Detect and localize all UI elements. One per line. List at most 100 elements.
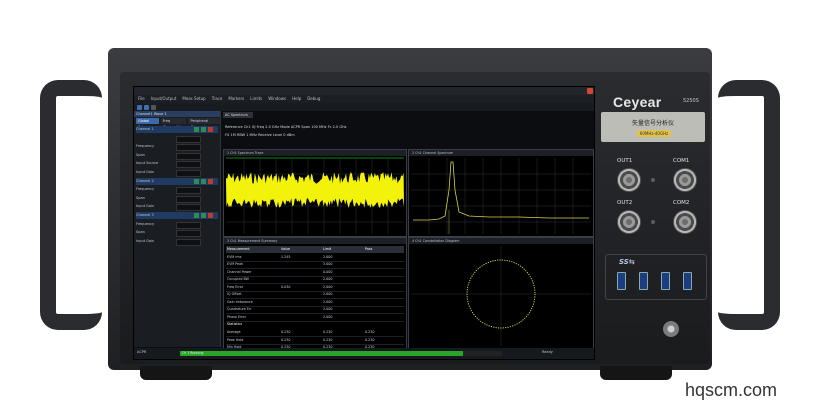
setting-row[interactable]: Frequency [136, 221, 218, 229]
toggle-icon[interactable] [201, 178, 206, 184]
progress-label: Ch 1 Running [182, 351, 204, 355]
setting-value-field[interactable] [176, 195, 201, 203]
menu-item[interactable]: Markers [228, 95, 244, 103]
menu-item[interactable]: Help [292, 95, 301, 103]
control-panel: Ceyear 5250S 矢量信号分析仪 60MHz-40GHz OUT1 CO… [597, 86, 710, 358]
spectrum-trace-window[interactable]: 1 Ch1 Spectrum Trace [223, 149, 407, 237]
progress-fill [180, 351, 464, 356]
usb-port[interactable] [661, 272, 670, 290]
forward-icon[interactable] [144, 105, 149, 110]
left-handle [40, 80, 102, 330]
setting-label: Input Gain [136, 204, 155, 209]
toggle-icon[interactable] [201, 127, 206, 132]
menu-item[interactable]: Meas Setup [182, 95, 205, 103]
table-cell: Peak Hold [227, 337, 244, 342]
table-cell: 0.230 [365, 337, 375, 342]
table-cell: Quadrature Err [227, 307, 252, 311]
back-icon[interactable] [137, 105, 142, 110]
usb-port[interactable] [683, 272, 692, 290]
setting-value-field[interactable] [176, 187, 201, 195]
table-cell: 2.000 [323, 307, 333, 311]
constellation-window[interactable]: 4 Ch1 Constellation Diagram [408, 237, 594, 349]
menu-item[interactable]: File [138, 95, 145, 103]
tab-freq-channel[interactable]: Freq Channel 1 [160, 118, 187, 129]
channel-group-header[interactable]: Channel 1 [136, 126, 218, 133]
usb-port[interactable] [639, 272, 648, 290]
table-cell: IQ Offset [227, 292, 242, 296]
setting-value-field[interactable] [176, 170, 201, 177]
tab-global-setup[interactable]: Global Setup [136, 118, 159, 129]
out1-connector[interactable] [617, 168, 641, 192]
window-titlebar [134, 87, 594, 95]
remove-icon[interactable] [208, 178, 213, 184]
table-cell: 2.000 [323, 299, 333, 304]
setting-row[interactable]: Frequency [136, 143, 218, 152]
progress-bar [180, 351, 502, 356]
measurement-summary-window[interactable]: 3 Ch1 Measurement Summary Measurement Val… [223, 237, 407, 349]
indicator-led [651, 220, 655, 224]
left-foot [140, 366, 212, 380]
tab-peripheral[interactable]: Peripheral Channel [188, 118, 221, 129]
port-label-com2: COM2 [673, 200, 690, 206]
toggle-icon[interactable] [194, 127, 199, 132]
setting-label: Input Source [136, 161, 159, 166]
menu-item[interactable]: Input/Output [151, 95, 177, 103]
setting-row[interactable]: Input Source [136, 160, 218, 169]
toggle-icon[interactable] [201, 213, 206, 218]
close-button[interactable] [587, 88, 593, 94]
setting-value-field[interactable] [176, 238, 201, 246]
status-ready: Ready [542, 350, 553, 354]
port-label-out1: OUT1 [617, 158, 633, 164]
out2-connector[interactable] [617, 210, 641, 234]
menu-item[interactable]: Limits [250, 95, 262, 103]
table-header: Measurement Value Limit Pass [226, 246, 404, 253]
channel-spectrum-plot [411, 158, 591, 234]
setting-row[interactable]: Input Gain [136, 238, 218, 246]
setting-row[interactable]: Span [136, 152, 218, 160]
info-line-1: Reference Ch1 IQ Freq 2.0 GHz Mode ACPR … [225, 125, 347, 129]
setting-value-field[interactable] [176, 144, 201, 152]
com2-connector[interactable] [673, 210, 697, 234]
setting-value-field[interactable] [176, 161, 201, 169]
setting-row[interactable]: Input Gain [136, 169, 218, 177]
setting-label: Channel 1 [136, 127, 154, 131]
table-cell: Phase Error [227, 314, 246, 319]
toggle-icon[interactable] [194, 213, 199, 218]
setting-row[interactable]: Input Gain [136, 203, 218, 212]
remove-icon[interactable] [208, 213, 213, 218]
table-cell: Average [227, 330, 241, 334]
setting-value-field[interactable] [176, 135, 201, 143]
menu-item[interactable]: Debug [307, 95, 320, 103]
setting-row[interactable]: Frequency [136, 186, 218, 195]
zoom-icon[interactable] [151, 105, 156, 110]
setting-row[interactable] [136, 135, 218, 143]
instrument-screen: File Input/Output Meas Setup Trace Marke… [133, 86, 595, 360]
setting-value-field[interactable] [176, 230, 201, 238]
table-cell: Pass [365, 247, 373, 251]
remove-icon[interactable] [208, 127, 213, 132]
setting-value-field[interactable] [176, 152, 201, 160]
usb-port[interactable] [617, 272, 626, 290]
setting-row[interactable]: Span [136, 195, 218, 203]
menu-item[interactable]: Trace [212, 95, 223, 103]
channel-group-header[interactable]: Channel 3 [136, 212, 218, 219]
channel-group-header[interactable]: Channel 2 [136, 177, 218, 185]
table-cell: 0.230 [281, 337, 291, 342]
tab-ac-spectrum[interactable]: AC Spectrum [223, 112, 253, 118]
spectrum-noise-band [226, 172, 404, 208]
setting-value-field[interactable] [176, 204, 201, 212]
port-label-com1: COM1 [673, 158, 690, 164]
table-cell: EVM rms [227, 254, 242, 259]
com1-connector[interactable] [673, 168, 697, 192]
setting-row[interactable]: Span [136, 229, 218, 238]
power-button[interactable] [663, 321, 679, 337]
setting-label: Frequency [136, 221, 155, 226]
channel-spectrum-window[interactable]: 2 Ch1 Channel Spectrum [408, 149, 594, 237]
table-cell: 0.030 [281, 284, 291, 289]
menu-item[interactable]: Windows [268, 95, 286, 103]
setting-value-field[interactable] [176, 221, 201, 229]
table-cell: 0.230 [365, 330, 375, 334]
port-label-out2: OUT2 [617, 200, 633, 206]
setting-label: Span [136, 195, 145, 200]
toggle-icon[interactable] [194, 178, 199, 184]
